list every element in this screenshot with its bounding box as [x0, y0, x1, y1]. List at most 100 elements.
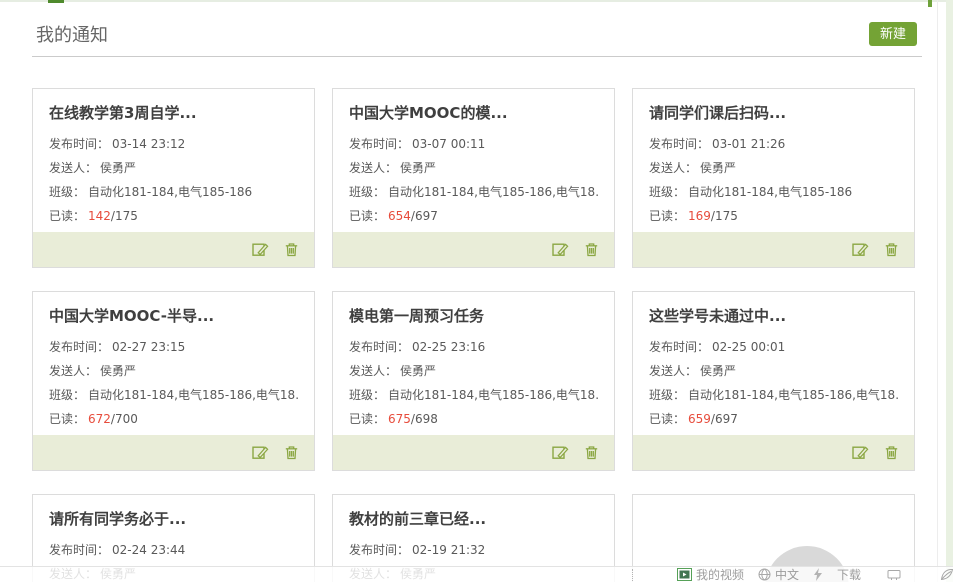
cards-grid: 在线教学第3周自学... 发布时间：03-14 23:12发送人：侯勇严班级：自… — [32, 88, 916, 582]
card-footer — [33, 232, 314, 267]
top-border — [0, 0, 953, 2]
card-field-sender: 发送人：侯勇严 — [349, 156, 598, 180]
field-label: 发布时间： — [649, 137, 709, 151]
notice-title[interactable]: 模电第一周预习任务 — [349, 305, 598, 326]
field-label: 已读： — [349, 412, 385, 426]
delete-icon[interactable] — [883, 444, 900, 461]
download-item[interactable]: 下载 — [837, 566, 861, 582]
field-label: 已读： — [49, 209, 85, 223]
field-label: 发送人： — [349, 161, 397, 175]
language-item[interactable]: 中文 — [758, 566, 799, 582]
notice-card[interactable]: 中国大学MOOC-半导... 发布时间：02-27 23:15 发送人：侯勇严班级… — [32, 291, 315, 471]
scrollbar-strip[interactable] — [946, 0, 953, 582]
notice-card[interactable]: 中国大学MOOC的模... 发布时间：03-07 00:11发送人：侯勇严班级：… — [332, 88, 615, 268]
edit-icon[interactable] — [252, 241, 269, 258]
field-label: 班级： — [649, 388, 685, 402]
card-field-read: 已读：654/697 — [349, 204, 598, 228]
field-value: 自动化181-184,电气185-186,电气18... — [688, 388, 898, 402]
field-value: 03-07 00:11 — [412, 137, 485, 151]
field-value: 03-01 21:26 — [712, 137, 785, 151]
field-label: 班级： — [349, 388, 385, 402]
my-video-item[interactable]: 我的视频 — [677, 566, 744, 582]
field-value: 侯勇严 — [700, 161, 736, 175]
field-label: 已读： — [649, 412, 685, 426]
field-value: 03-14 23:12 — [112, 137, 185, 151]
card-field-sender: 发送人：侯勇严 — [49, 156, 298, 180]
field-label: 班级： — [649, 185, 685, 199]
delete-icon[interactable] — [883, 241, 900, 258]
card-field-read: 已读：659/697 — [649, 407, 898, 431]
card-field-sender: 发送人：侯勇严 — [49, 359, 298, 383]
field-label: 发布时间： — [649, 340, 709, 354]
notice-title[interactable]: 在线教学第3周自学... — [49, 102, 298, 123]
field-value: 02-27 23:15 — [112, 340, 185, 354]
edit-icon[interactable] — [552, 444, 569, 461]
notice-card[interactable]: 这些学号未通过中... 发布时间：02-25 00:01发送人：侯勇严班级：自动… — [632, 291, 915, 471]
card-field-classes: 班级：自动化181-184,电气185-186,电气18... — [349, 383, 598, 407]
notice-title[interactable]: 中国大学MOOC-半导... — [49, 305, 298, 326]
card-field-publish_time: 发布时间：02-19 21:32 — [349, 538, 598, 562]
card-body: 中国大学MOOC的模... 发布时间：03-07 00:11发送人：侯勇严班级：… — [333, 89, 614, 232]
delete-icon[interactable] — [583, 241, 600, 258]
field-value: 02-19 21:32 — [412, 543, 485, 557]
notice-title[interactable]: 请同学们课后扫码... — [649, 102, 898, 123]
notice-card[interactable]: 在线教学第3周自学... 发布时间：03-14 23:12发送人：侯勇严班级：自… — [32, 88, 315, 268]
page-title: 我的通知 — [36, 21, 108, 47]
card-field-classes: 班级：自动化181-184,电气185-186,电气18... — [649, 383, 898, 407]
monitor-item[interactable] — [887, 569, 901, 581]
field-label: 班级： — [49, 388, 85, 402]
card-field-sender: 发送人：侯勇严 — [649, 156, 898, 180]
globe-icon — [758, 568, 771, 581]
delete-icon[interactable] — [283, 444, 300, 461]
field-value: 02-24 23:44 — [112, 543, 185, 557]
field-label: 已读： — [49, 412, 85, 426]
card-footer — [633, 232, 914, 267]
read-count: 675 — [388, 412, 411, 426]
card-field-classes: 班级：自动化181-184,电气185-186,电气18... — [349, 180, 598, 204]
field-label: 发布时间： — [349, 543, 409, 557]
feather-item[interactable] — [939, 568, 953, 581]
field-label: 发布时间： — [49, 340, 109, 354]
card-field-publish_time: 发布时间：02-25 00:01 — [649, 335, 898, 359]
card-footer — [333, 232, 614, 267]
field-label: 发布时间： — [349, 340, 409, 354]
read-total: /175 — [111, 209, 138, 223]
field-value: 侯勇严 — [700, 364, 736, 378]
read-count: 169 — [688, 209, 711, 223]
delete-icon[interactable] — [583, 444, 600, 461]
notice-card[interactable]: 模电第一周预习任务 发布时间：02-25 23:16发送人：侯勇严班级：自动化1… — [332, 291, 615, 471]
notice-title[interactable]: 中国大学MOOC的模... — [349, 102, 598, 123]
lightning-item[interactable] — [813, 568, 823, 581]
bar-separator — [632, 569, 633, 581]
read-count: 142 — [88, 209, 111, 223]
edit-icon[interactable] — [852, 444, 869, 461]
field-value: 侯勇严 — [400, 364, 436, 378]
notice-title[interactable]: 教材的前三章已经... — [349, 508, 598, 529]
edit-icon[interactable] — [252, 444, 269, 461]
field-value: 自动化181-184,电气185-186,电气18... — [88, 388, 298, 402]
card-body: 中国大学MOOC-半导... 发布时间：02-27 23:15 发送人：侯勇严班级… — [33, 292, 314, 435]
monitor-icon — [887, 569, 901, 581]
card-body: 在线教学第3周自学... 发布时间：03-14 23:12发送人：侯勇严班级：自… — [33, 89, 314, 232]
card-body: 模电第一周预习任务 发布时间：02-25 23:16发送人：侯勇严班级：自动化1… — [333, 292, 614, 435]
notice-card[interactable]: 请同学们课后扫码... 发布时间：03-01 21:26 发送人：侯勇严班级：自动… — [632, 88, 915, 268]
edit-icon[interactable] — [552, 241, 569, 258]
card-field-classes: 班级：自动化181-184,电气185-186 — [49, 180, 298, 204]
field-label: 已读： — [649, 209, 685, 223]
notice-title[interactable]: 请所有同学务必于... — [49, 508, 298, 529]
card-field-classes: 班级：自动化181-184,电气185-186 — [649, 180, 898, 204]
language-label: 中文 — [775, 566, 799, 582]
card-field-publish_time: 发布时间：02-25 23:16 — [349, 335, 598, 359]
field-label: 已读： — [349, 209, 385, 223]
delete-icon[interactable] — [283, 241, 300, 258]
download-label: 下载 — [837, 566, 861, 582]
field-value: 侯勇严 — [400, 161, 436, 175]
edit-icon[interactable] — [852, 241, 869, 258]
notifications-page: 我的通知 新建 在线教学第3周自学... 发布时间： 03-14 23:12 发送人… — [0, 0, 953, 582]
card-footer — [33, 435, 314, 470]
notice-title[interactable]: 这些学号未通过中... — [649, 305, 898, 326]
read-total: /697 — [711, 412, 738, 426]
new-notice-button[interactable]: 新建 — [869, 22, 917, 46]
top-right-marker — [928, 0, 932, 7]
field-label: 班级： — [49, 185, 85, 199]
